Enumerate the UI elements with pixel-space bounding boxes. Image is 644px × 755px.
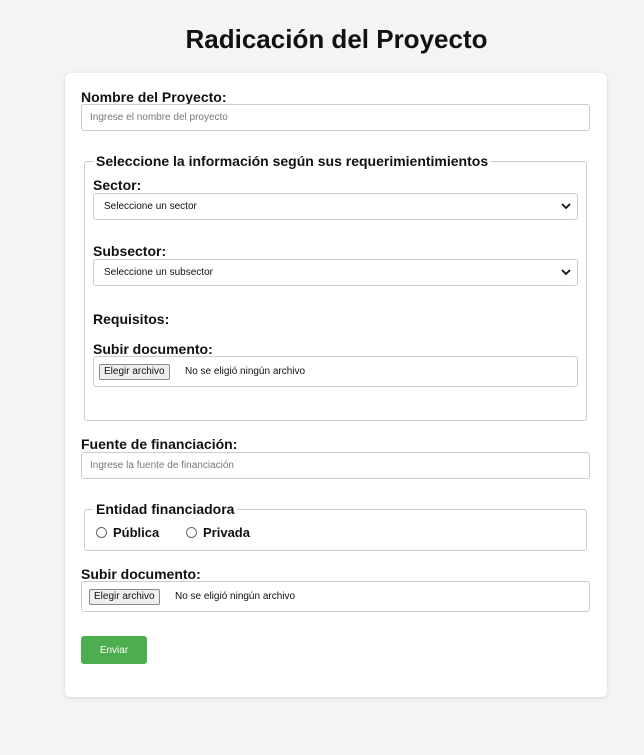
requisitos-label: Requisitos:	[93, 311, 170, 327]
choose-file-button[interactable]: Elegir archivo	[99, 364, 170, 380]
requirements-upload-label: Subir documento:	[93, 341, 213, 357]
radio-label: Pública	[113, 525, 160, 540]
file-status: No se eligió ningún archivo	[175, 591, 296, 602]
project-name-label: Nombre del Proyecto:	[81, 89, 227, 105]
radio-label: Privada	[203, 525, 250, 540]
project-name-input[interactable]	[81, 104, 590, 131]
page-title: Radicación del Proyecto	[185, 24, 488, 54]
sector-label: Sector:	[93, 177, 142, 193]
radio-button[interactable]	[96, 527, 107, 538]
radio-button[interactable]	[186, 527, 197, 538]
submit-button[interactable]: Enviar	[81, 636, 147, 664]
funding-source-input[interactable]	[81, 452, 590, 479]
requirements-legend: Seleccione la información según sus requ…	[96, 153, 489, 169]
upload-label: Subir documento:	[81, 566, 201, 582]
entity-fieldset: Entidad financiadora	[84, 501, 587, 551]
sector-select[interactable]: Seleccione un sector	[93, 193, 578, 220]
funding-source-label: Fuente de financiación:	[81, 436, 238, 452]
chevron-down-icon	[561, 203, 571, 210]
radio-option-publica[interactable]: Pública	[96, 525, 159, 540]
entity-legend: Entidad financiadora	[96, 501, 235, 517]
radio-option-privada[interactable]: Privada	[186, 525, 250, 540]
choose-file-button[interactable]: Elegir archivo	[89, 589, 160, 605]
upload-file-input: Elegir archivo No se eligió ningún archi…	[81, 581, 590, 612]
sector-select-value: Seleccione un sector	[104, 201, 197, 212]
requirements-file-input: Elegir archivo No se eligió ningún archi…	[93, 356, 578, 387]
subsector-label: Subsector:	[93, 243, 167, 259]
file-status: No se eligió ningún archivo	[185, 366, 306, 377]
subsector-select[interactable]: Seleccione un subsector	[93, 259, 578, 286]
subsector-select-value: Seleccione un subsector	[104, 267, 213, 278]
chevron-down-icon	[561, 269, 571, 276]
